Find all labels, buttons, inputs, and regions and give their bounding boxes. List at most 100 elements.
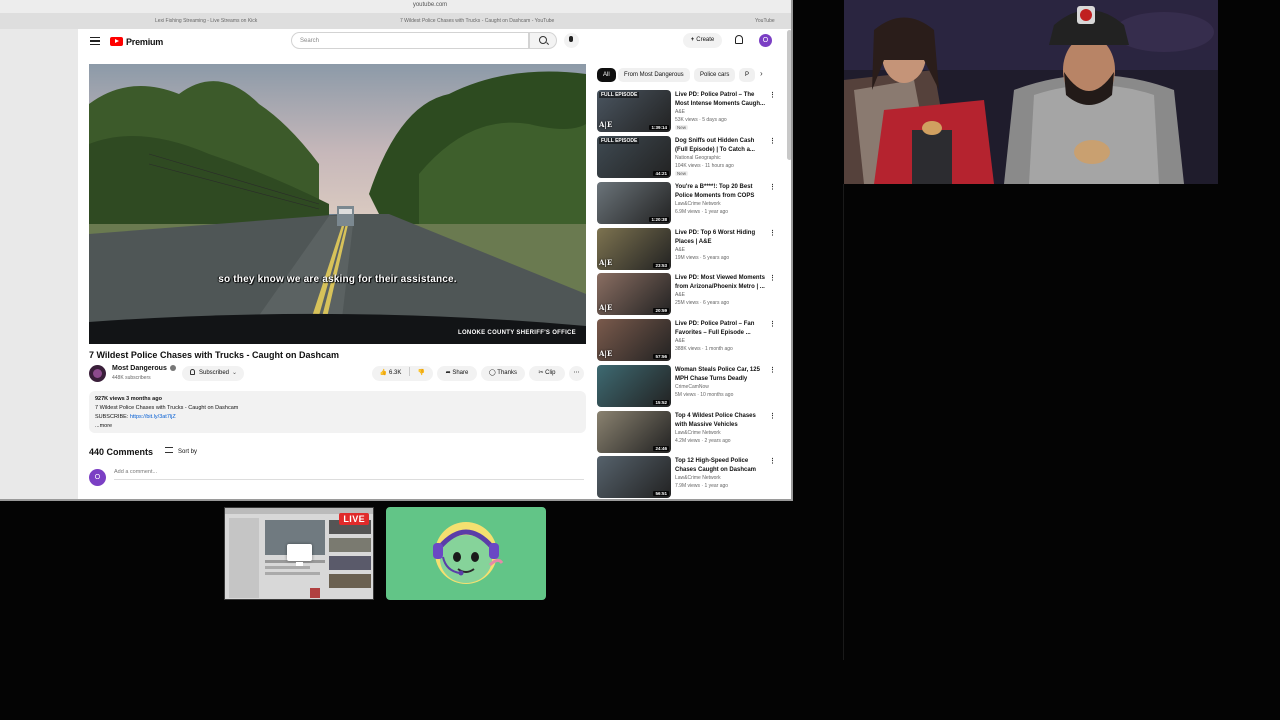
more-vert-icon[interactable]: ⋮	[769, 137, 776, 145]
search-icon[interactable]	[529, 32, 557, 49]
related-video-title[interactable]: Woman Steals Police Car, 125 MPH Chase T…	[675, 366, 765, 383]
channel-name-text[interactable]: Most Dangerous	[112, 365, 167, 372]
related-video-item[interactable]: 20:59 A|E Live PD: Most Viewed Moments fro…	[597, 273, 777, 317]
related-video-channel[interactable]: A&E	[675, 109, 685, 115]
related-video-title[interactable]: Live PD: Most Viewed Moments from Arizon…	[675, 274, 765, 291]
video-thumbnail[interactable]: 56:51	[597, 456, 671, 498]
chip-police-cars[interactable]: Police cars	[694, 68, 736, 82]
verified-icon	[169, 365, 176, 372]
comment-input[interactable]: Add a comment...	[114, 469, 584, 480]
video-thumbnail[interactable]: 57:56 A|E	[597, 319, 671, 361]
chevron-down-icon: ⌄	[232, 370, 238, 376]
create-button[interactable]: + Create	[683, 33, 722, 48]
sort-by-button[interactable]: Sort by	[165, 447, 197, 455]
related-video-title[interactable]: Top 12 High-Speed Police Chases Caught o…	[675, 457, 765, 474]
related-video-title[interactable]: Dog Sniffs out Hidden Cash (Full Episode…	[675, 137, 765, 154]
more-vert-icon[interactable]: ⋮	[769, 91, 776, 99]
search-input[interactable]: Search	[291, 32, 529, 49]
like-dislike-group[interactable]: 👍 6.3K 👎	[372, 366, 433, 381]
related-video-item[interactable]: 24:46 Top 4 Wildest Police Chases with Ma…	[597, 411, 777, 455]
thumbnail-label: FULL EPISODE	[599, 138, 640, 144]
more-vert-icon[interactable]: ⋮	[769, 457, 776, 465]
live-screen-tile[interactable]: LIVE	[224, 507, 374, 600]
url-text[interactable]: youtube.com	[330, 2, 530, 8]
video-thumbnail[interactable]: 44:21 FULL EPISODE	[597, 136, 671, 178]
video-thumbnail[interactable]: 1:39:14 FULL EPISODE A|E	[597, 90, 671, 132]
related-video-channel[interactable]: CrimeCamNow	[675, 384, 709, 390]
duration-badge: 1:20:38	[649, 217, 669, 222]
chip-from-most-dangerous[interactable]: From Most Dangerous	[618, 68, 690, 82]
related-video-item[interactable]: 44:21 FULL EPISODE Dog Sniffs out Hidden C…	[597, 136, 777, 180]
page-scrollbar[interactable]	[787, 30, 791, 160]
more-vert-icon[interactable]: ⋮	[769, 320, 776, 328]
thanks-button[interactable]: ◯ Thanks	[481, 366, 525, 381]
more-vert-icon[interactable]: ⋮	[769, 183, 776, 191]
tab-youtube-video[interactable]: 7 Wildest Police Chases with Trucks - Ca…	[400, 16, 600, 26]
related-video-title[interactable]: Live PD: Top 6 Worst Hiding Places | A&E	[675, 229, 765, 246]
thumbs-up-icon[interactable]: 👍	[380, 370, 387, 376]
thumbs-down-icon[interactable]: 👎	[418, 370, 425, 376]
video-thumbnail[interactable]: 20:59 A|E	[597, 273, 671, 315]
related-video-channel[interactable]: A&E	[675, 292, 685, 298]
account-avatar[interactable]: O	[759, 34, 772, 47]
video-thumbnail[interactable]: 24:46	[597, 411, 671, 453]
duration-badge: 23:53	[653, 263, 669, 268]
related-video-title[interactable]: Top 4 Wildest Police Chases with Massive…	[675, 412, 765, 429]
more-vert-icon[interactable]: ⋮	[769, 412, 776, 420]
more-vert-icon[interactable]: ⋮	[769, 366, 776, 374]
more-vert-icon[interactable]: ⋮	[769, 229, 776, 237]
microphone-icon[interactable]	[564, 33, 579, 48]
menu-icon[interactable]	[90, 37, 100, 45]
related-video-channel[interactable]: A&E	[675, 338, 685, 344]
commenter-avatar: O	[89, 469, 106, 486]
channel-avatar[interactable]	[89, 365, 106, 382]
more-vert-icon[interactable]: ⋮	[769, 274, 776, 282]
related-video-title[interactable]: You're a B****!: Top 20 Best Police Mome…	[675, 183, 765, 200]
tab-youtube[interactable]: YouTube	[755, 16, 791, 26]
related-video-item[interactable]: 23:53 A|E Live PD: Top 6 Worst Hiding Plac…	[597, 228, 777, 272]
related-video-title[interactable]: Live PD: Police Patrol – Fan Favorites –…	[675, 320, 765, 337]
more-actions-button[interactable]: ⋯	[569, 366, 584, 381]
related-video-item[interactable]: 57:56 A|E Live PD: Police Patrol – Fan Fav…	[597, 319, 777, 363]
like-divider	[409, 367, 410, 376]
clip-button[interactable]: ✂ Clip	[529, 366, 565, 381]
chip-all[interactable]: All	[597, 68, 616, 82]
subscribed-button[interactable]: Subscribed ⌄	[182, 366, 244, 381]
video-player[interactable]: so they know we are asking for their ass…	[89, 64, 586, 344]
video-thumbnail[interactable]: 1:20:38	[597, 182, 671, 224]
related-video-channel[interactable]: Law&Crime Network	[675, 475, 721, 481]
show-more-link[interactable]: ...more	[95, 422, 580, 431]
subscribe-link[interactable]: https://bit.ly/3at7ljZ	[130, 414, 176, 420]
duration-badge: 56:51	[653, 491, 669, 496]
related-video-title[interactable]: Live PD: Police Patrol – The Most Intens…	[675, 91, 765, 108]
related-video-item[interactable]: 1:20:38 You're a B****!: Top 20 Best Poli…	[597, 182, 777, 226]
sort-icon	[165, 447, 173, 453]
related-video-item[interactable]: 1:39:14 FULL EPISODE A|E Live PD: Police Pa…	[597, 90, 777, 134]
related-video-channel[interactable]: Law&Crime Network	[675, 201, 721, 207]
description-box[interactable]: 927K views 3 months ago 7 Wildest Police…	[89, 391, 586, 433]
youtube-logo[interactable]: Premium	[110, 36, 163, 47]
video-thumbnail[interactable]: 23:53 A|E	[597, 228, 671, 270]
address-bar[interactable]: youtube.com	[0, 0, 791, 13]
related-video-meta: 7.9M views · 1 year ago	[675, 483, 729, 489]
related-video-channel[interactable]: Law&Crime Network	[675, 430, 721, 436]
tab-kick[interactable]: Lexi Fishing Streaming - Live Streams on…	[155, 16, 305, 26]
like-count[interactable]: 6.3K	[389, 370, 401, 376]
video-watermark: LONOKE COUNTY SHERIFF'S OFFICE	[458, 330, 576, 336]
avatar-tile	[386, 507, 546, 600]
related-video-meta: 388K views · 1 month ago	[675, 346, 733, 352]
channel-name[interactable]: Most Dangerous	[112, 365, 176, 372]
related-video-channel[interactable]: A&E	[675, 247, 685, 253]
chip-partial[interactable]: P	[739, 68, 756, 82]
network-logo: A|E	[599, 258, 613, 267]
chevron-right-icon[interactable]: ›	[760, 69, 763, 78]
share-label: Share	[452, 370, 469, 376]
video-thumbnail[interactable]: 15:52	[597, 365, 671, 407]
network-logo: A|E	[599, 303, 613, 312]
notifications-icon[interactable]	[735, 35, 743, 44]
share-button[interactable]: ➦ Share	[437, 366, 477, 381]
duration-badge: 1:39:14	[649, 125, 669, 130]
related-video-item[interactable]: 15:52 Woman Steals Police Car, 125 MPH Ch…	[597, 365, 777, 409]
related-video-channel[interactable]: National Geographic	[675, 155, 721, 161]
related-video-item[interactable]: 56:51 Top 12 High-Speed Police Chases Cau…	[597, 456, 777, 499]
